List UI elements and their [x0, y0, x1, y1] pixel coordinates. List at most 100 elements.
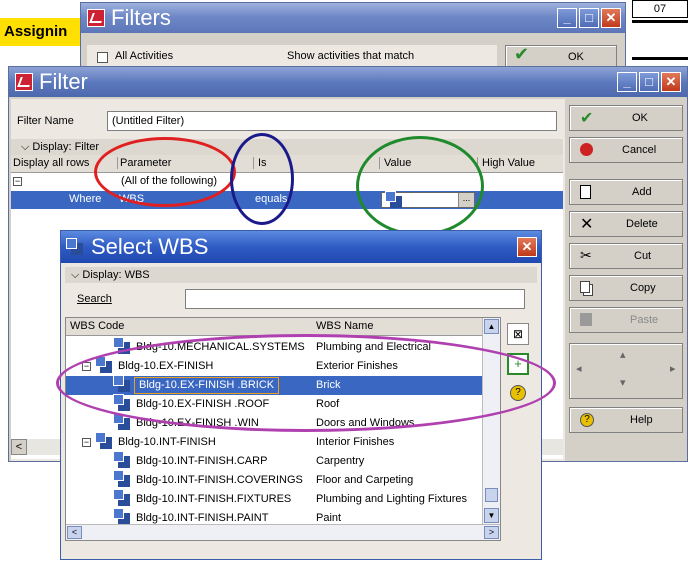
wbs-node-icon — [113, 338, 130, 354]
wbs-node-icon — [95, 356, 112, 373]
chevron-down-icon: ⌵ — [21, 141, 33, 153]
select-wbs-titlebar[interactable]: Select WBS ✕ — [61, 231, 541, 263]
value-field[interactable]: ... — [381, 191, 475, 208]
cancel-button[interactable]: Cancel — [569, 137, 683, 163]
check-icon: ✔ — [580, 110, 594, 127]
col-wbs-name[interactable]: WBS Name — [316, 320, 373, 332]
new-document-icon — [580, 185, 591, 199]
arrow-down-icon[interactable]: ▾ — [620, 376, 626, 389]
ellipsis-button[interactable]: ... — [458, 193, 474, 207]
paste-button[interactable]: Paste — [569, 307, 683, 333]
wbs-list: WBS Code WBS Name Bldg-10.MECHANICAL.SYS… — [65, 317, 501, 541]
wbs-node-icon — [95, 432, 112, 449]
bg-corner-label: 07 — [632, 0, 688, 18]
wbs-node-icon — [113, 489, 130, 506]
scroll-down-icon[interactable]: ▼ — [484, 508, 499, 523]
scroll-up-icon[interactable]: ▲ — [484, 319, 499, 334]
filter-name-input[interactable]: (Untitled Filter) — [107, 111, 557, 131]
arrow-up-icon[interactable]: ▴ — [620, 348, 626, 361]
wbs-rows: Bldg-10.MECHANICAL.SYSTEMS Plumbing and … — [66, 338, 482, 526]
tree-row-selected[interactable]: Bldg-10.EX-FINISH .BRICK Brick — [66, 375, 482, 395]
vertical-scrollbar[interactable]: ▲ ▼ — [482, 318, 500, 526]
delete-x-icon: ✕ — [580, 216, 594, 233]
col-is[interactable]: Is — [253, 157, 379, 169]
display-wbs-bar[interactable]: ⌵ Display: WBS — [65, 267, 537, 283]
show-match-label: Show activities that match — [287, 50, 415, 62]
copy-button[interactable]: Copy — [569, 275, 683, 301]
tree-row[interactable]: − Bldg-10.INT-FINISH Interior Finishes — [66, 432, 482, 452]
check-icon: ✔ — [514, 44, 530, 64]
scroll-right-icon[interactable]: > — [484, 526, 499, 539]
wbs-node-icon — [113, 413, 130, 430]
tree-row[interactable]: Bldg-10.INT-FINISH.CARP Carpentry — [66, 451, 482, 471]
collapse-icon[interactable]: − — [82, 438, 91, 447]
scroll-left-icon[interactable]: < — [11, 439, 27, 455]
filter-button-panel: ✔ OK Cancel Add ✕ Delete ✂ Cut Copy Past… — [567, 99, 687, 461]
wbs-icon — [385, 191, 402, 208]
add-button[interactable]: Add — [569, 179, 683, 205]
collapse-icon[interactable]: − — [13, 177, 22, 186]
filter-titlebar[interactable]: Filter _ □ ✕ — [9, 67, 687, 97]
col-value[interactable]: Value — [379, 157, 477, 169]
search-input[interactable] — [185, 289, 525, 309]
ok-button[interactable]: ✔ OK — [569, 105, 683, 131]
filters-window: Filters _ □ ✕ All Activities Show activi… — [80, 2, 626, 70]
cancel-icon — [580, 143, 593, 156]
bg-title-label: Assignin — [0, 18, 80, 46]
move-arrows-pad: ◂ ▴ ▾ ▸ — [569, 343, 683, 399]
filters-titlebar[interactable]: Filters _ □ ✕ — [81, 3, 625, 33]
wbs-app-icon — [66, 238, 83, 255]
chevron-down-icon: ⌵ — [71, 269, 83, 281]
arrow-left-icon[interactable]: ◂ — [576, 362, 582, 375]
col-parameter[interactable]: Parameter — [117, 157, 253, 169]
select-wbs-dialog: Select WBS ✕ ⌵ Display: WBS Search WBS C… — [60, 230, 542, 560]
scroll-left-icon[interactable]: < — [67, 526, 82, 539]
col-high-value[interactable]: High Value — [477, 157, 563, 169]
filters-app-icon — [87, 9, 105, 27]
help-icon[interactable]: ? — [510, 385, 526, 401]
collapse-icon[interactable]: − — [82, 362, 91, 371]
close-icon[interactable]: ✕ — [661, 72, 681, 92]
display-filter-bar[interactable]: ⌵ Display: Filter — [11, 139, 563, 155]
collapse-all-icon[interactable]: ⊠ — [507, 323, 529, 345]
grid-row-where[interactable]: Where WBS equals ... — [11, 191, 563, 209]
tree-row[interactable]: Bldg-10.EX-FINISH .WIN Doors and Windows — [66, 413, 482, 433]
col-wbs-code[interactable]: WBS Code — [70, 320, 124, 332]
help-icon: ? — [580, 413, 594, 427]
wbs-node-icon — [113, 375, 130, 392]
close-icon[interactable]: ✕ — [601, 8, 621, 28]
tree-row[interactable]: Bldg-10.MECHANICAL.SYSTEMS Plumbing and … — [66, 338, 482, 357]
expand-all-icon[interactable]: + — [507, 353, 529, 375]
grid-row-all[interactable]: − (All of the following) — [11, 173, 563, 191]
wbs-node-icon — [113, 470, 130, 487]
arrow-right-icon[interactable]: ▸ — [670, 362, 676, 375]
tree-row[interactable]: − Bldg-10.EX-FINISH Exterior Finishes — [66, 356, 482, 376]
wbs-list-header: WBS Code WBS Name — [66, 318, 482, 336]
minimize-icon[interactable]: _ — [617, 72, 637, 92]
tree-row[interactable]: Bldg-10.INT-FINISH.COVERINGS Floor and C… — [66, 470, 482, 490]
filter-name-label: Filter Name — [17, 115, 74, 127]
wbs-node-icon — [113, 451, 130, 468]
bg-rule — [632, 20, 688, 60]
scroll-thumb[interactable] — [485, 488, 498, 502]
all-activities-checkbox[interactable] — [97, 52, 108, 63]
grid-header: Display all rows Parameter Is Value High… — [11, 155, 563, 173]
help-button[interactable]: ? Help — [569, 407, 683, 433]
tree-row[interactable]: Bldg-10.EX-FINISH .ROOF Roof — [66, 394, 482, 414]
filter-app-icon — [15, 73, 33, 91]
close-icon[interactable]: ✕ — [517, 237, 537, 257]
search-label: Search — [77, 293, 112, 305]
filters-title: Filters — [111, 5, 171, 30]
all-activities-label: All Activities — [115, 50, 174, 62]
minimize-icon[interactable]: _ — [557, 8, 577, 28]
select-wbs-title: Select WBS — [91, 234, 209, 259]
cut-button[interactable]: ✂ Cut — [569, 243, 683, 269]
tree-row[interactable]: Bldg-10.INT-FINISH.FIXTURES Plumbing and… — [66, 489, 482, 509]
scissors-icon: ✂ — [580, 247, 592, 263]
horizontal-scrollbar[interactable]: < > — [66, 524, 500, 540]
col-display-all[interactable]: Display all rows — [13, 157, 89, 169]
maximize-icon[interactable]: □ — [639, 72, 659, 92]
delete-button[interactable]: ✕ Delete — [569, 211, 683, 237]
paste-icon — [580, 313, 592, 326]
maximize-icon[interactable]: □ — [579, 8, 599, 28]
